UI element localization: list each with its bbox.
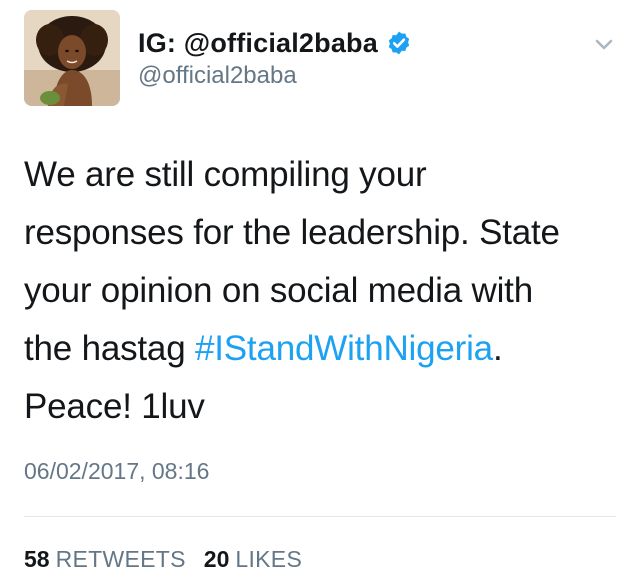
tweet-text: We are still compiling your responses fo… [24, 146, 624, 436]
likes-stat[interactable]: 20 LIKES [204, 546, 302, 573]
user-handle[interactable]: @official2baba [138, 62, 297, 90]
tweet-text-line: the hastag #IStandWithNigeria. [24, 320, 624, 378]
retweets-label: RETWEETS [55, 546, 186, 572]
tweet-card: IG: @official2baba @official2baba We are… [0, 0, 640, 586]
chevron-down-icon[interactable] [590, 30, 618, 58]
tweet-text-line: your opinion on social media with [24, 271, 533, 310]
retweets-count: 58 [24, 546, 50, 572]
tweet-text-segment: . [492, 329, 503, 368]
likes-label: LIKES [235, 546, 303, 572]
verified-badge-icon [386, 30, 412, 56]
display-name[interactable]: IG: @official2baba [138, 28, 378, 59]
tweet-text-line: We are still compiling your [24, 155, 427, 194]
avatar-image [24, 10, 120, 106]
tweet-text-line: responses for the leadership. State [24, 213, 560, 252]
tweet-stats: 58 RETWEETS 20 LIKES [24, 546, 320, 573]
tweet-text-segment: the hastag [24, 329, 195, 368]
display-name-row: IG: @official2baba [138, 26, 412, 60]
retweets-stat[interactable]: 58 RETWEETS [24, 546, 186, 573]
avatar[interactable] [24, 10, 120, 106]
tweet-timestamp[interactable]: 06/02/2017, 08:16 [24, 458, 209, 485]
divider [24, 516, 616, 517]
hashtag-link[interactable]: #IStandWithNigeria [195, 329, 493, 368]
likes-count: 20 [203, 546, 230, 572]
tweet-text-line: Peace! 1luv [24, 387, 205, 426]
